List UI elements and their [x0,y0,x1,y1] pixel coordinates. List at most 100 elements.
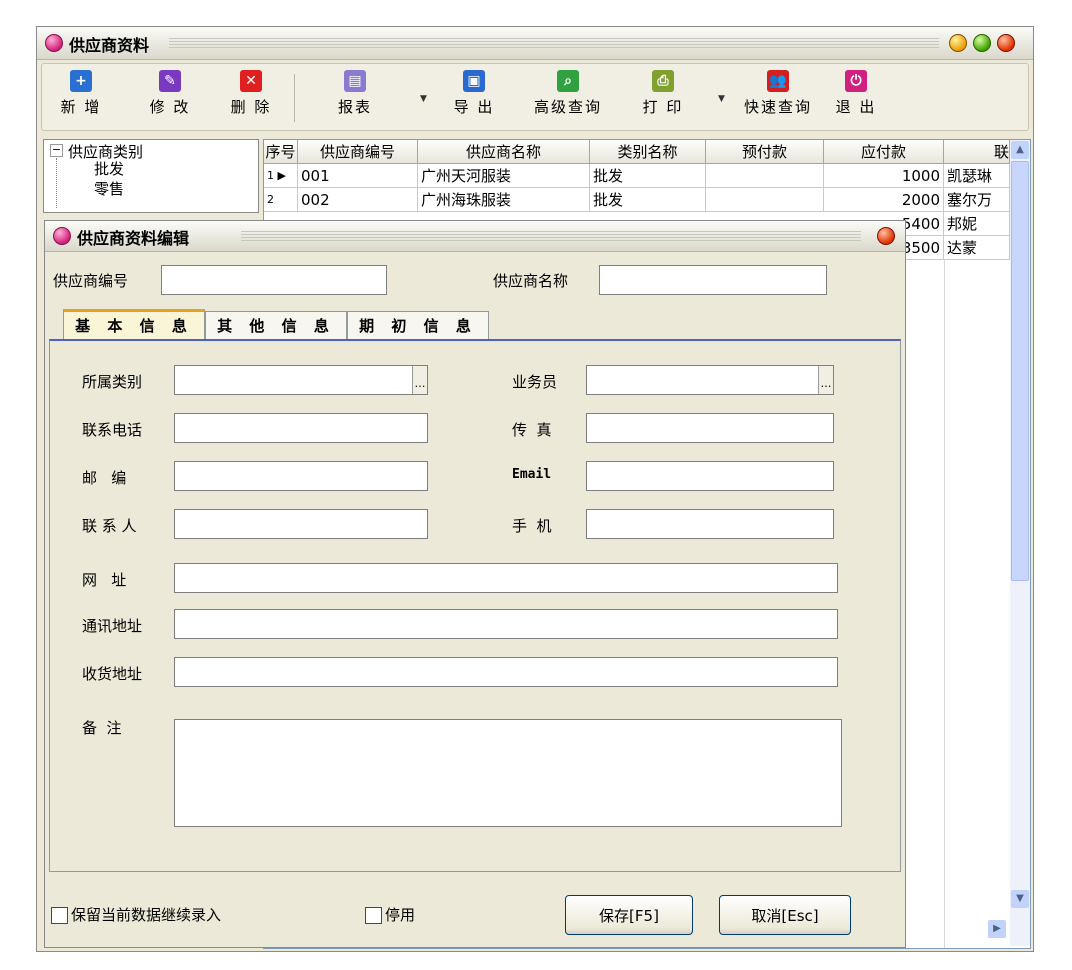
table-row[interactable]: 1 ▶ [264,164,298,188]
basic-info-panel: 所属类别 … 业务员 … 联系电话 传 真 邮 编 Email 联 系 人 手 … [49,339,901,872]
close-button[interactable] [997,34,1015,52]
cell-category[interactable]: 批发 [590,164,706,188]
supplier-code-label: 供应商编号 [53,272,129,290]
tree-item-wholesale[interactable]: 批发 [94,158,124,179]
category-label: 所属类别 [82,373,143,391]
contact-input[interactable] [174,509,428,539]
print-icon: ⎙ [652,70,674,92]
cell-payable[interactable]: 1000 [824,164,944,188]
edit-icon: ✎ [159,70,181,92]
advanced-search-label: 高级查询 [533,98,602,116]
phone-input[interactable] [174,413,428,443]
tree-item-retail[interactable]: 零售 [94,178,124,199]
exit-label: 退 出 [835,98,877,116]
cancel-button[interactable]: 取消[Esc] [719,895,851,935]
fax-input[interactable] [586,413,834,443]
scroll-up-icon[interactable]: ▲ [1011,141,1029,159]
plus-icon: + [70,70,92,92]
email-input[interactable] [586,461,834,491]
search-icon: ⌕ [557,70,579,92]
remark-textarea[interactable] [174,719,842,827]
col-header-payable[interactable]: 应付款 [824,140,944,164]
report-label: 报表 [337,98,372,116]
category-input[interactable]: … [174,365,428,395]
col-header-category[interactable]: 类别名称 [590,140,706,164]
toolbar-separator [294,74,295,122]
dialog-title: 供应商资料编辑 [77,229,190,248]
tab-opening-info[interactable]: 期 初 信 息 [347,311,489,340]
export-button[interactable]: ▣ 导 出 [442,64,506,117]
delete-button[interactable]: ✕ 删 除 [220,64,282,117]
col-header-code[interactable]: 供应商编号 [298,140,418,164]
power-icon: ⏻ [845,70,867,92]
dialog-icon [53,227,71,245]
cell-code[interactable]: 002 [298,188,418,212]
scroll-right-icon[interactable]: ▶ [988,920,1006,938]
supplier-name-label: 供应商名称 [493,272,569,290]
phone-label: 联系电话 [82,421,143,439]
minimize-button[interactable] [949,34,967,52]
print-button[interactable]: ⎙ 打 印 [632,64,694,117]
keep-data-checkbox[interactable] [51,907,68,924]
postcode-input[interactable] [174,461,428,491]
col-header-no[interactable]: 序号 [264,140,298,164]
row-indicator-icon: ▶ [277,169,286,182]
keep-data-label[interactable]: 保留当前数据继续录入 [71,904,221,925]
collapse-icon[interactable]: − [50,144,63,157]
report-button[interactable]: ▤ 报表 [328,64,382,117]
row-number: 1 [267,169,274,182]
cell-contact[interactable]: 达蒙 [944,236,1010,260]
exit-button[interactable]: ⏻ 退 出 [828,64,884,117]
delivery-address-input[interactable] [174,657,838,687]
category-tree: − 供应商类别 批发 零售 [43,139,259,213]
scroll-down-icon[interactable]: ▼ [1011,890,1029,908]
save-button[interactable]: 保存[F5] [565,895,693,935]
edit-dialog: 供应商资料编辑 供应商编号 供应商名称 基 本 信 息 其 他 信 息 期 初 … [44,220,906,948]
salesman-input[interactable]: … [586,365,834,395]
tab-basic-info[interactable]: 基 本 信 息 [63,309,205,343]
category-browse-button[interactable]: … [412,366,427,394]
address-input[interactable] [174,609,838,639]
main-titlebar[interactable]: 供应商资料 [37,27,1033,60]
delete-label: 删 除 [230,98,272,116]
print-dropdown-arrow[interactable]: ▼ [718,94,725,104]
edit-button[interactable]: ✎ 修 改 [138,64,202,117]
salesman-browse-button[interactable]: … [818,366,833,394]
users-icon: 👥 [767,70,789,92]
delivery-address-label: 收货地址 [82,665,143,683]
website-input[interactable] [174,563,838,593]
cell-payable[interactable]: 2000 [824,188,944,212]
add-button[interactable]: + 新 增 [50,64,112,117]
col-header-prepaid[interactable]: 预付款 [706,140,824,164]
advanced-search-button[interactable]: ⌕ 高级查询 [524,64,612,117]
salesman-label: 业务员 [512,373,558,391]
cell-prepaid[interactable] [706,164,824,188]
vertical-scrollbar[interactable]: ▲ ▼ ▶ [988,140,1030,946]
supplier-code-input[interactable] [161,265,387,295]
row-number[interactable]: 2 [264,188,298,212]
col-header-contact[interactable]: 联 [944,140,1010,164]
disable-label[interactable]: 停用 [385,904,415,925]
cell-category[interactable]: 批发 [590,188,706,212]
cell-code[interactable]: 001 [298,164,418,188]
cell-name[interactable]: 广州天河服装 [418,164,590,188]
supplier-name-input[interactable] [599,265,827,295]
col-header-name[interactable]: 供应商名称 [418,140,590,164]
dialog-close-button[interactable] [877,227,895,245]
main-title: 供应商资料 [69,36,150,55]
scroll-thumb[interactable] [1011,161,1029,581]
cell-contact[interactable]: 塞尔万 [944,188,1010,212]
tab-other-info[interactable]: 其 他 信 息 [205,311,347,340]
cell-prepaid[interactable] [706,188,824,212]
dialog-titlebar[interactable]: 供应商资料编辑 [45,221,905,252]
column-divider [944,260,945,948]
quick-search-button[interactable]: 👥 快速查询 [734,64,822,117]
disable-checkbox[interactable] [365,907,382,924]
cell-name[interactable]: 广州海珠服装 [418,188,590,212]
maximize-button[interactable] [973,34,991,52]
report-dropdown-arrow[interactable]: ▼ [420,94,427,104]
cell-contact[interactable]: 凯瑟琳 [944,164,1010,188]
title-grip [169,38,939,48]
cell-contact[interactable]: 邦妮 [944,212,1010,236]
mobile-input[interactable] [586,509,834,539]
